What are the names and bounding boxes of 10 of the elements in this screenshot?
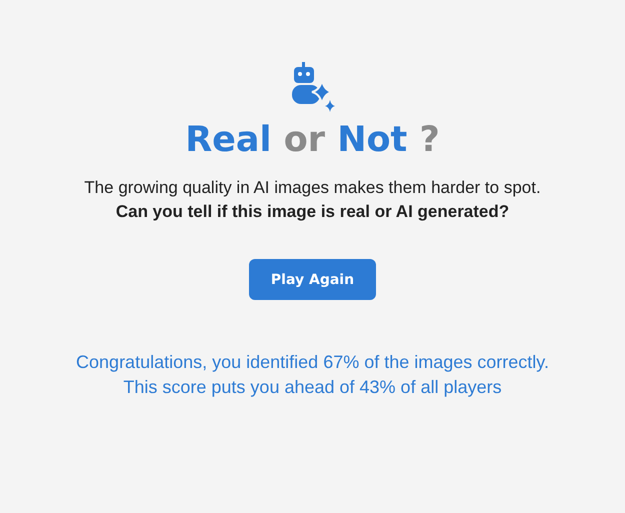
question-mark: ? [419,120,440,160]
result-text: This score puts you ahead of 43% of all players [123,376,502,399]
question-text: Can you tell if this image is real or AI generated? [116,201,510,223]
title-word: Real [185,120,272,160]
result-text: Congratulations, you identified 67% of the images correctly. [76,351,549,374]
robot-sparkle-icon [290,62,336,112]
title-word: Not [337,120,408,160]
title-word: or [284,120,326,160]
intro-text: The growing quality in AI images makes them harder to spot. [84,177,541,199]
play-again-button[interactable]: Play Again [249,259,376,300]
